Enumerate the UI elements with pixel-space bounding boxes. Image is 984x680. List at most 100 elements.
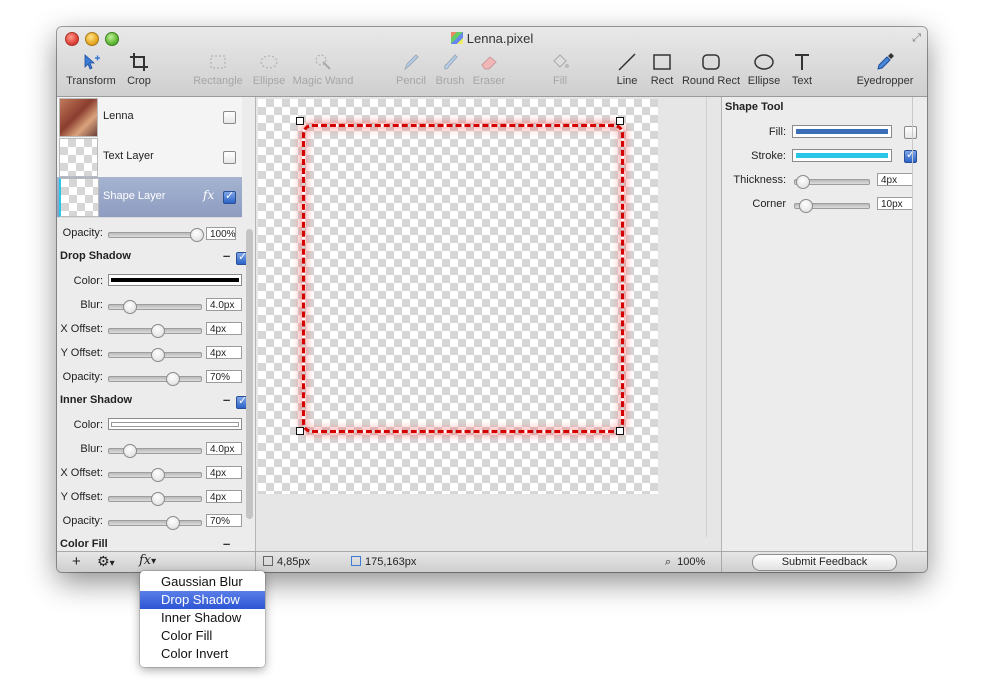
menu-item-color-invert[interactable]: Color Invert [140, 645, 265, 663]
tool-pencil[interactable]: Pencil [393, 49, 429, 87]
tool-rect[interactable]: Rect [647, 49, 677, 87]
brush-icon [444, 54, 458, 70]
drop-shadow-blur-field[interactable]: 4.0px [206, 298, 242, 311]
slider-knob[interactable] [796, 175, 811, 189]
layer-thumbnail-lenna [59, 98, 98, 137]
remove-drop-shadow-button[interactable]: – [223, 248, 230, 263]
slider-knob[interactable] [165, 372, 180, 386]
tool-eyedropper[interactable]: Eyedropper [855, 49, 915, 87]
inner-shadow-yoffset-field[interactable]: 4px [206, 490, 242, 503]
menu-item-inner-shadow[interactable]: Inner Shadow [140, 609, 265, 627]
menu-item-drop-shadow[interactable]: Drop Shadow [140, 591, 265, 609]
size-readout: 175,163px [351, 556, 416, 568]
slider-knob[interactable] [150, 348, 165, 362]
slider-knob[interactable] [150, 492, 165, 506]
tool-line[interactable]: Line [613, 49, 641, 87]
zoom-readout[interactable]: ⌕ 100% [665, 556, 705, 569]
remove-inner-shadow-button[interactable]: – [223, 392, 230, 407]
drop-shadow-color-well[interactable] [108, 274, 242, 286]
rect-shape-icon [653, 54, 671, 70]
sidebar-scrollbar[interactable] [246, 229, 253, 519]
drop-shadow-yoffset-slider[interactable] [108, 348, 202, 362]
position-readout: 4,85px [263, 556, 310, 568]
canvas-area[interactable] [256, 97, 721, 551]
layer-visibility-checkbox[interactable] [223, 111, 236, 124]
layer-row-text[interactable]: Text Layer [57, 137, 242, 178]
resize-handle-top-right[interactable] [616, 117, 624, 125]
fill-color-well[interactable] [792, 125, 892, 138]
slider-knob[interactable] [150, 324, 165, 338]
menu-item-gaussian-blur[interactable]: Gaussian Blur [140, 573, 265, 591]
slider-knob[interactable] [190, 228, 205, 242]
selection-icon [263, 556, 273, 566]
drop-shadow-xoffset-field[interactable]: 4px [206, 322, 242, 335]
tool-text[interactable]: Text [787, 49, 817, 87]
resize-handle-top-left[interactable] [296, 117, 304, 125]
inner-shadow-opacity-slider[interactable] [108, 516, 202, 530]
stroke-color-well[interactable] [792, 149, 892, 162]
resize-handle-bottom-left[interactable] [296, 427, 304, 435]
remove-color-fill-button[interactable]: – [223, 536, 230, 551]
slider-knob[interactable] [123, 444, 138, 458]
tool-eraser[interactable]: Eraser [470, 49, 508, 87]
drop-shadow-opacity-slider[interactable] [108, 372, 202, 386]
inner-shadow-xoffset-slider[interactable] [108, 468, 202, 482]
tool-ellipse-shape[interactable]: Ellipse [745, 49, 783, 87]
slider-knob[interactable] [150, 468, 165, 482]
fill-enable-checkbox[interactable] [904, 126, 917, 139]
layer-opacity-field[interactable]: 100% [206, 227, 236, 240]
layer-row-shape[interactable]: Shape Layer fx [57, 177, 242, 218]
corner-field[interactable]: 10px [877, 197, 913, 210]
slider-knob[interactable] [123, 300, 138, 314]
resize-handle-bottom-right[interactable] [616, 427, 624, 435]
drop-shadow-header: Drop Shadow [60, 250, 131, 262]
drop-shadow-xoffset-slider[interactable] [108, 324, 202, 338]
tool-transform[interactable]: Transform [63, 49, 119, 87]
inner-shadow-color-well[interactable] [108, 418, 242, 430]
layer-opacity-slider[interactable] [108, 228, 205, 242]
bar-divider [255, 552, 256, 572]
add-effect-button[interactable]: + [72, 553, 81, 570]
layer-visibility-checkbox[interactable] [223, 189, 236, 204]
rectangle-select-icon [210, 55, 226, 69]
layer-visibility-checkbox[interactable] [223, 151, 236, 164]
drop-shadow-opacity-field[interactable]: 70% [206, 370, 242, 383]
drop-shadow-blur-slider[interactable] [108, 300, 202, 314]
fx-menu-button[interactable]: fx▾ [139, 553, 156, 568]
title-toolbar: Lenna.pixel ⤢ Transform Crop Rectangle E… [57, 27, 927, 97]
inner-shadow-blur-slider[interactable] [108, 444, 202, 458]
inner-shadow-xoffset-field[interactable]: 4px [206, 466, 242, 479]
line-icon [618, 53, 636, 71]
text-tool-icon [795, 54, 809, 70]
thickness-slider[interactable] [794, 175, 870, 189]
tool-ellipse-select[interactable]: Ellipse [249, 49, 289, 87]
tool-magic-wand[interactable]: Magic Wand [291, 49, 355, 87]
thickness-field[interactable]: 4px [877, 173, 913, 186]
slider-knob[interactable] [165, 516, 180, 530]
stroke-enable-checkbox[interactable] [904, 148, 917, 163]
tool-crop[interactable]: Crop [123, 49, 155, 87]
slider-knob[interactable] [799, 199, 814, 213]
layer-row-lenna[interactable]: Lenna [57, 97, 242, 138]
tool-round-rect[interactable]: Round Rect [681, 49, 741, 87]
bar-divider [721, 552, 722, 572]
ellipse-select-icon [260, 55, 278, 69]
inner-shadow-blur-field[interactable]: 4.0px [206, 442, 242, 455]
fullscreen-icon[interactable]: ⤢ [912, 32, 921, 45]
magnifier-icon: ⌕ [665, 556, 672, 568]
submit-feedback-button[interactable]: Submit Feedback [752, 554, 897, 571]
gear-menu-button[interactable]: ⚙▾ [97, 553, 115, 570]
tool-brush[interactable]: Brush [433, 49, 467, 87]
move-arrows-icon [84, 54, 100, 70]
menu-item-color-fill[interactable]: Color Fill [140, 627, 265, 645]
pencil-icon [403, 54, 419, 71]
inner-shadow-opacity-field[interactable]: 70% [206, 514, 242, 527]
color-fill-header: Color Fill [60, 538, 108, 550]
corner-slider[interactable] [794, 199, 870, 213]
tool-fill[interactable]: Fill [545, 49, 575, 87]
tool-rectangle-select[interactable]: Rectangle [193, 49, 243, 87]
inner-shadow-yoffset-slider[interactable] [108, 492, 202, 506]
window-title: Lenna.pixel [57, 31, 927, 46]
drop-shadow-yoffset-field[interactable]: 4px [206, 346, 242, 359]
round-rect-shape[interactable] [302, 124, 624, 433]
